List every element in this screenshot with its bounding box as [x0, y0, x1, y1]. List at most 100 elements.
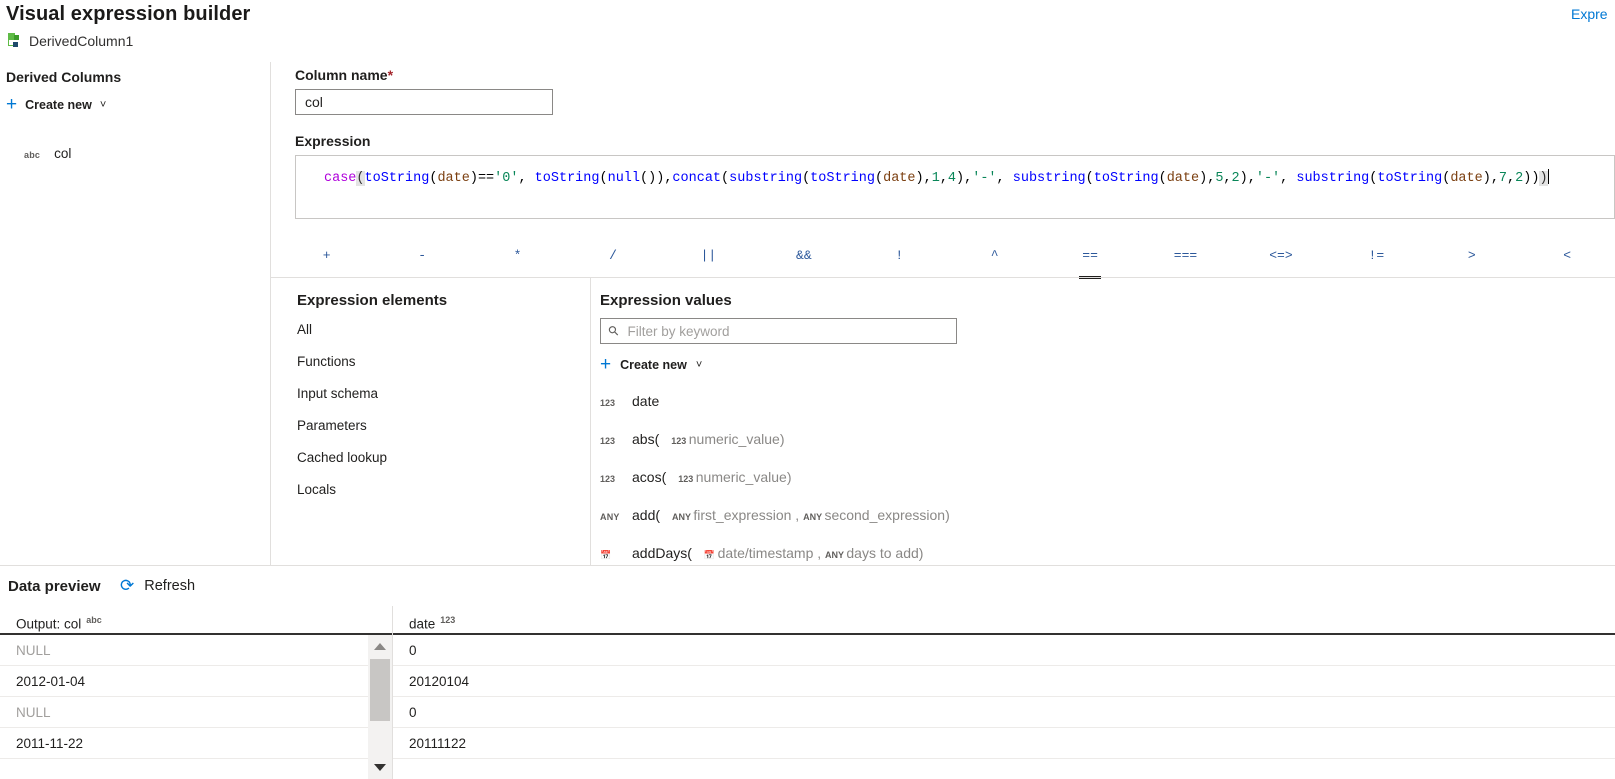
- expression-token: date: [883, 171, 916, 186]
- column-header-output-col[interactable]: Output: col abc: [0, 606, 392, 635]
- value-name: addDays(: [632, 545, 692, 561]
- expression-token: ,: [996, 171, 1013, 186]
- expression-values-panel: Expression values ⚲ + Create new ˅ 123 da…: [591, 278, 1615, 565]
- expression-element-cached-lookup[interactable]: Cached lookup: [297, 450, 387, 465]
- operator-button-[interactable]: !=: [1329, 235, 1424, 276]
- table-row[interactable]: NULL 0: [0, 636, 1615, 666]
- operator-button-[interactable]: &&: [756, 235, 851, 276]
- scrollbar-thumb[interactable]: [370, 659, 390, 721]
- param-type-icon: ANY: [672, 512, 694, 522]
- expression-token: substring: [1296, 171, 1370, 186]
- derived-columns-panel: Derived Columns + Create new ˅ abc col: [0, 62, 271, 565]
- value-name: add(: [632, 507, 661, 523]
- expression-token: ,: [939, 171, 948, 186]
- column-name-label: Column name*: [295, 67, 394, 83]
- expression-token: ),: [1199, 171, 1216, 186]
- param-type-icon: 123: [678, 474, 696, 484]
- create-new-value-button[interactable]: + Create new ˅: [600, 355, 702, 374]
- expression-token: 4: [947, 171, 957, 186]
- operator-button-[interactable]: ||: [661, 235, 756, 276]
- expression-token: toString: [810, 171, 875, 186]
- expression-token: ==: [477, 171, 495, 186]
- operator-button-[interactable]: ==: [1042, 235, 1137, 276]
- create-new-derived-column-button[interactable]: + Create new ˅: [6, 94, 106, 115]
- refresh-icon: ⟳: [120, 576, 135, 595]
- table-row[interactable]: NULL 0: [0, 698, 1615, 728]
- arrow-up-icon[interactable]: [374, 643, 386, 650]
- cell-date: 20120104: [409, 674, 470, 689]
- column-header-date[interactable]: date 123: [393, 606, 793, 635]
- expression-token: date: [1450, 171, 1483, 186]
- required-marker: *: [387, 67, 394, 83]
- table-column-divider: [392, 635, 393, 779]
- expression-token: '-': [1255, 171, 1281, 186]
- param-type-icon: ANY: [803, 512, 825, 522]
- plus-icon: +: [6, 94, 18, 115]
- operator-button-[interactable]: +: [279, 235, 374, 276]
- operator-button-[interactable]: >: [1424, 235, 1519, 276]
- expression-token: (: [802, 171, 811, 186]
- value-name: acos(: [632, 469, 667, 485]
- operator-button-[interactable]: <: [1519, 235, 1614, 276]
- operator-button-[interactable]: !: [852, 235, 947, 276]
- expression-element-functions[interactable]: Functions: [297, 354, 356, 369]
- expression-element-input-schema[interactable]: Input schema: [297, 386, 378, 401]
- operator-button-[interactable]: -: [374, 235, 469, 276]
- expression-token: (: [721, 171, 730, 186]
- expression-element-parameters[interactable]: Parameters: [297, 418, 367, 433]
- value-signature: 123 numeric_value): [671, 431, 785, 447]
- param-type-icon: 📅: [703, 550, 718, 560]
- expression-token: 2: [1231, 171, 1240, 186]
- chevron-down-icon[interactable]: ˅: [696, 359, 702, 371]
- refresh-label: Refresh: [144, 577, 196, 594]
- operator-button-[interactable]: ^: [947, 235, 1042, 276]
- expression-elements-title: Expression elements: [297, 292, 448, 309]
- expression-token: ),: [915, 171, 932, 186]
- cell-date: 0: [409, 705, 417, 720]
- arrow-down-icon[interactable]: [374, 764, 386, 771]
- expression-token: toString: [534, 171, 600, 186]
- expression-value-item[interactable]: 📅 addDays( 📅 date/timestamp , ANY days to …: [600, 545, 923, 561]
- expression-token: '-': [972, 171, 997, 186]
- param-type-icon: ANY: [825, 550, 847, 560]
- derived-column-item-col[interactable]: abc col: [24, 146, 71, 161]
- value-type-icon: 123: [600, 436, 616, 446]
- refresh-button[interactable]: ⟳ Refresh: [120, 577, 195, 594]
- breadcrumb[interactable]: DerivedColumn1: [6, 33, 133, 49]
- table-row[interactable]: 2011-11-22 20111122: [0, 729, 1615, 759]
- filter-box[interactable]: ⚲: [600, 318, 957, 344]
- expression-value-item[interactable]: ANY add( ANY first_expression , ANY second…: [600, 507, 950, 523]
- visual-expression-builder-page: Visual expression builder DerivedColumn1…: [0, 0, 1615, 779]
- operator-button-[interactable]: /: [565, 235, 660, 276]
- page-title: Visual expression builder: [6, 3, 251, 25]
- derived-columns-title: Derived Columns: [6, 69, 122, 85]
- expression-element-locals[interactable]: Locals: [297, 482, 336, 497]
- operator-button-[interactable]: *: [470, 235, 565, 276]
- expression-token: substring: [1012, 171, 1086, 186]
- expression-token: ,: [518, 171, 535, 186]
- expression-token: (: [874, 171, 884, 186]
- search-input[interactable]: [625, 322, 948, 340]
- expression-token: (: [1158, 171, 1167, 186]
- chevron-down-icon[interactable]: ˅: [100, 99, 106, 111]
- operator-button-[interactable]: ===: [1138, 235, 1233, 276]
- expression-link[interactable]: Expre: [1571, 6, 1615, 22]
- expression-editor[interactable]: case(toString(date)=='0', toString(null(…: [295, 155, 1615, 219]
- value-type-icon: 📅: [600, 550, 612, 560]
- expression-value-item[interactable]: 123 abs( 123 numeric_value): [600, 431, 784, 447]
- expression-token: case: [324, 171, 357, 186]
- cell-output-col: NULL: [16, 643, 51, 658]
- text-caret: [1547, 169, 1549, 184]
- create-new-label: Create new: [620, 358, 687, 372]
- expression-token: date: [1166, 171, 1200, 186]
- expression-value-item[interactable]: 123 date: [600, 393, 659, 409]
- data-preview-scrollbar[interactable]: [368, 635, 392, 779]
- column-name-input[interactable]: [295, 89, 553, 115]
- value-signature: ANY first_expression , ANY second_expres…: [672, 507, 950, 523]
- expression-value-item[interactable]: 123 acos(123 numeric_value): [600, 469, 791, 485]
- table-row[interactable]: 2012-01-04 20120104: [0, 667, 1615, 697]
- value-signature: 📅 date/timestamp , ANY days to add): [703, 545, 924, 561]
- expression-element-all[interactable]: All: [297, 322, 312, 337]
- value-name: abs(: [632, 431, 660, 447]
- operator-button-[interactable]: <=>: [1233, 235, 1328, 276]
